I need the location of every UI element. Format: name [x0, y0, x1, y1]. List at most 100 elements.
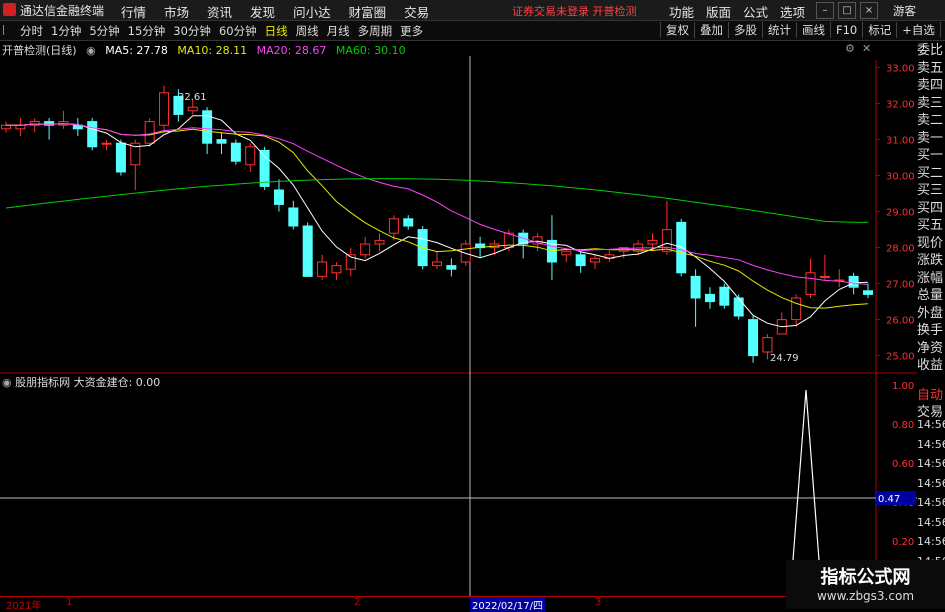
quote-field: 外盘: [917, 305, 944, 321]
period-tabs: 分时 1分钟 5分钟 15分钟 30分钟 60分钟 日线 周线 月线 多周期 更…: [16, 23, 427, 39]
tick-time: 14:56: [917, 418, 945, 431]
tick-time: 14:56: [917, 476, 945, 490]
tab-60min[interactable]: 60分钟: [215, 23, 261, 39]
watermark-title: 指标公式网: [820, 567, 911, 588]
right-menu: 功能 版面 公式 选项: [663, 2, 811, 21]
candle-body: [819, 275, 830, 278]
f10-button[interactable]: F10: [830, 22, 862, 38]
quote-field: 买四: [917, 200, 944, 216]
quote-field: 现价: [917, 235, 944, 251]
close-icon[interactable]: ×: [860, 2, 878, 19]
candle-body: [1, 124, 11, 130]
menu-trade[interactable]: 交易: [395, 2, 438, 21]
multi-stock-button[interactable]: 多股: [728, 22, 762, 38]
tick-time: 14:56: [917, 437, 945, 451]
candle-body: [762, 337, 773, 353]
back-button[interactable]: 返回: [939, 22, 945, 38]
year-label: 2021年: [6, 601, 42, 612]
add-favorite-button[interactable]: +自选: [896, 22, 940, 38]
menu-formula[interactable]: 公式: [737, 2, 774, 21]
cursor-value: 0.47: [878, 494, 900, 505]
candle-body: [863, 290, 873, 295]
adjust-button[interactable]: 复权: [660, 22, 694, 38]
candle-body: [403, 218, 414, 227]
tab-5min[interactable]: 5分钟: [85, 23, 123, 39]
menu-layout[interactable]: 版面: [700, 2, 737, 21]
candle-body: [733, 297, 744, 317]
quote-field: 买五: [917, 218, 944, 233]
candle-body: [791, 297, 802, 321]
quote-field: 买二: [917, 165, 944, 181]
indicator-circle-icon[interactable]: ◉: [2, 376, 12, 389]
indicator-tick-label: 0.80: [892, 420, 914, 431]
indicator-spike: [792, 389, 820, 561]
stats-button[interactable]: 统计: [762, 22, 796, 38]
draw-button[interactable]: 画线: [796, 22, 830, 38]
candle-body: [187, 106, 198, 112]
candle-body: [15, 124, 26, 130]
tab-multi-period[interactable]: 多周期: [354, 23, 397, 39]
kline-chart[interactable]: 33.00 32.00 31.00 30.00 29.00 28.00 27.00 26.00…: [0, 40, 917, 596]
price-tick-label: 25.00: [886, 352, 915, 363]
candle-body: [273, 189, 284, 205]
candle-body: [432, 261, 442, 267]
candle-body: [245, 146, 256, 166]
menu-wealth[interactable]: 财富圈: [340, 2, 396, 21]
quote-panel: 委比 卖五 卖四 卖三 卖二 卖一 买一 买二 买三 买四 买五 现价 涨跌 涨幅 总量 外盘 换手 净资 收益: [917, 42, 945, 382]
candle-body: [388, 218, 399, 234]
tab-intraday[interactable]: 分时: [16, 23, 47, 39]
month-tick: 2: [354, 597, 361, 608]
menu-quotes[interactable]: 行情: [112, 2, 155, 21]
month-tick: 3: [595, 597, 602, 608]
tab-15min[interactable]: 15分钟: [124, 23, 170, 39]
indicator-tick-label: 0.20: [892, 537, 914, 548]
watermark-url: www.zbgs3.com: [816, 589, 915, 603]
tab-more[interactable]: 更多: [396, 23, 427, 39]
price-tick-label: 32.00: [886, 100, 915, 111]
mark-button[interactable]: 标记: [862, 22, 896, 38]
candle-body: [748, 319, 759, 357]
menu-functions[interactable]: 功能: [663, 2, 700, 21]
menu-options[interactable]: 选项: [774, 2, 811, 21]
maximize-icon[interactable]: □: [838, 2, 856, 19]
tab-monthly[interactable]: 月线: [323, 23, 354, 39]
menu-discover[interactable]: 发现: [241, 2, 284, 21]
candle-body: [360, 243, 371, 256]
candle-body: [374, 239, 385, 245]
quote-field: 买一: [917, 148, 944, 163]
candle-body: [87, 121, 98, 148]
price-tick-label: 29.00: [886, 208, 915, 219]
panel-toggle-icon[interactable]: [3, 25, 12, 35]
guest-account[interactable]: 游客: [893, 3, 916, 19]
overlay-button[interactable]: 叠加: [694, 22, 728, 38]
trade-status-text[interactable]: 证券交易未登录 开普检测: [512, 3, 637, 19]
menu-ask[interactable]: 问小达: [284, 2, 340, 21]
auto-trade-label: 交易: [917, 405, 944, 420]
candle-body: [719, 286, 730, 306]
candle-body: [216, 139, 227, 144]
candle-body: [144, 121, 155, 144]
quote-field: 买三: [917, 183, 944, 198]
candle-body: [115, 142, 126, 173]
menu-news[interactable]: 资讯: [198, 2, 241, 21]
candle-body: [446, 265, 457, 270]
candle-body: [159, 92, 170, 126]
tab-30min[interactable]: 30分钟: [169, 23, 215, 39]
candle-body: [704, 293, 715, 303]
minimize-icon[interactable]: –: [816, 2, 834, 19]
main-menu: 行情 市场 资讯 发现 问小达 财富圈 交易: [112, 2, 438, 21]
candle-body: [676, 221, 687, 274]
cursor-date: 2022/02/17/四: [470, 597, 546, 612]
tab-1min[interactable]: 1分钟: [47, 23, 85, 39]
low-price-label: 24.79: [770, 353, 799, 364]
tab-weekly[interactable]: 周线: [292, 23, 323, 39]
menu-market[interactable]: 市场: [155, 2, 198, 21]
tick-time: 14:56: [917, 515, 945, 529]
candle-body: [288, 207, 299, 227]
candle-body: [230, 142, 241, 162]
quote-field: 委比: [917, 43, 944, 58]
tick-time: 14:56: [917, 535, 945, 548]
candle-body: [590, 257, 601, 263]
price-tick-label: 27.00: [886, 280, 915, 291]
tab-daily[interactable]: 日线: [261, 23, 292, 39]
